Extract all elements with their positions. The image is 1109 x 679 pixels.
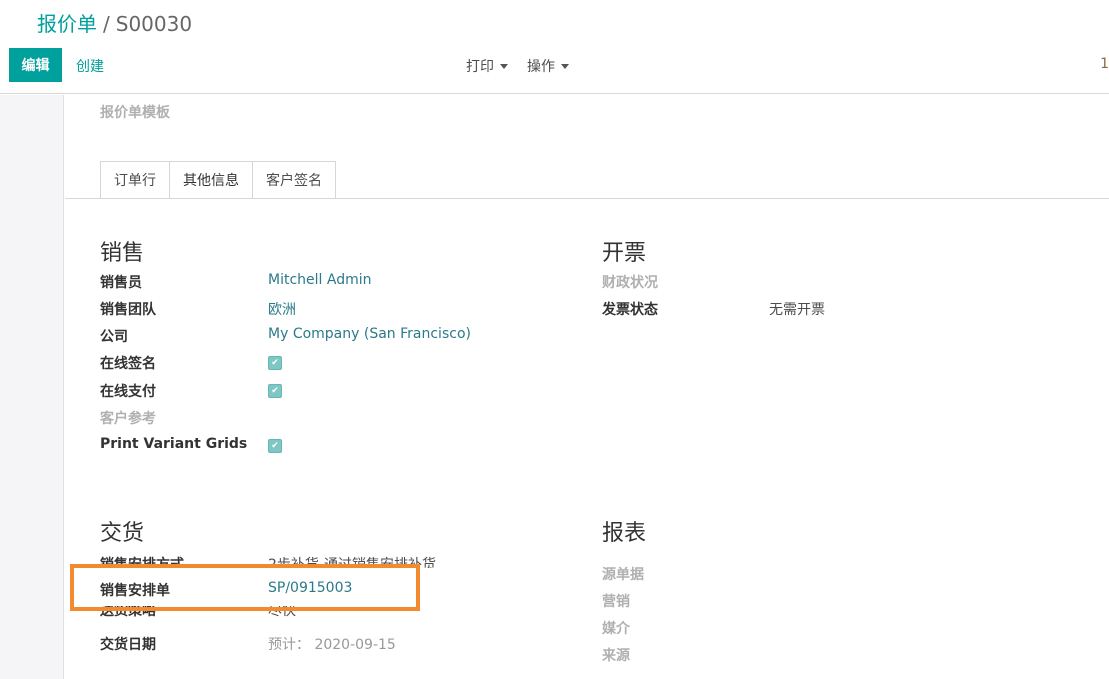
salesperson-label: 销售员 [100, 275, 142, 291]
print-variant-grids-checkbox[interactable]: ✔ [268, 439, 282, 453]
customer-reference-label: 客户参考 [100, 411, 156, 427]
fiscal-position-label: 财政状况 [602, 275, 658, 291]
delivery-date-prefix: 预计： [268, 637, 310, 653]
sales-team-label: 销售团队 [100, 302, 156, 318]
source-document-label: 源单据 [602, 567, 644, 583]
delivery-section-title: 交货 [100, 521, 145, 546]
breadcrumb-parent-link[interactable]: 报价单 [37, 12, 97, 36]
tab-divider [65, 198, 1109, 199]
invoice-status-label: 发票状态 [602, 302, 658, 318]
sales-team-value[interactable]: 欧洲 [268, 299, 296, 319]
tab-customer-signature[interactable]: 客户签名 [252, 161, 336, 199]
delivery-policy-label: 送货策略 [100, 606, 156, 619]
action-dropdown-label: 操作 [527, 59, 555, 75]
source-label: 来源 [602, 648, 630, 664]
edit-button[interactable]: 编辑 [9, 48, 62, 82]
caret-down-icon [561, 63, 569, 69]
arrange-method-row: 销售安排方式 2步补货-通过销售安排补货 [90, 550, 590, 568]
breadcrumb-separator: / [103, 12, 110, 36]
print-dropdown-label: 打印 [466, 59, 494, 75]
action-dropdown[interactable]: 操作 [527, 56, 569, 76]
online-payment-checkbox[interactable]: ✔ [268, 384, 282, 398]
arrange-order-label: 销售安排单 [100, 583, 170, 599]
arrange-method-value[interactable]: 2步补货-通过销售安排补货 [268, 554, 436, 568]
breadcrumb-current: S00030 [115, 12, 193, 36]
pager[interactable]: 1 [1100, 56, 1109, 72]
delivery-date-label: 交货日期 [100, 637, 156, 653]
control-panel: 报价单 / S00030 编辑 创建 打印 操作 1 [0, 0, 1109, 94]
create-button[interactable]: 创建 [76, 56, 104, 76]
delivery-date-value: 预计： 2020-09-15 [268, 634, 396, 654]
company-value[interactable]: My Company (San Francisco) [268, 326, 471, 342]
caret-down-icon [500, 63, 508, 69]
check-icon: ✔ [271, 441, 279, 451]
online-payment-label: 在线支付 [100, 384, 156, 400]
check-icon: ✔ [271, 358, 279, 368]
notebook-tabs: 订单行 其他信息 客户签名 [100, 161, 336, 199]
print-variant-grids-label: Print Variant Grids [100, 436, 248, 452]
invoicing-section-title: 开票 [602, 241, 647, 266]
campaign-label: 营销 [602, 594, 630, 610]
company-label: 公司 [100, 329, 128, 345]
check-icon: ✔ [271, 386, 279, 396]
form-left-margin [0, 95, 64, 679]
reporting-section-title: 报表 [602, 521, 647, 546]
quotation-template-label: 报价单模板 [100, 105, 170, 121]
salesperson-value[interactable]: Mitchell Admin [268, 272, 372, 288]
arrange-method-label: 销售安排方式 [100, 557, 184, 568]
online-signature-label: 在线签名 [100, 356, 156, 372]
breadcrumb: 报价单 / S00030 [37, 10, 192, 38]
delivery-date: 2020-09-15 [314, 637, 396, 653]
tab-order-lines[interactable]: 订单行 [100, 161, 170, 199]
delivery-policy-value[interactable]: 尽快 [268, 606, 296, 620]
sales-section-title: 销售 [100, 241, 145, 266]
tab-other-info[interactable]: 其他信息 [169, 161, 253, 199]
arrange-order-value[interactable]: SP/0915003 [268, 580, 352, 596]
online-signature-checkbox[interactable]: ✔ [268, 356, 282, 370]
medium-label: 媒介 [602, 621, 630, 637]
delivery-policy-row: 送货策略 尽快 [90, 606, 590, 626]
print-dropdown[interactable]: 打印 [466, 56, 508, 76]
invoice-status-value: 无需开票 [769, 302, 825, 318]
